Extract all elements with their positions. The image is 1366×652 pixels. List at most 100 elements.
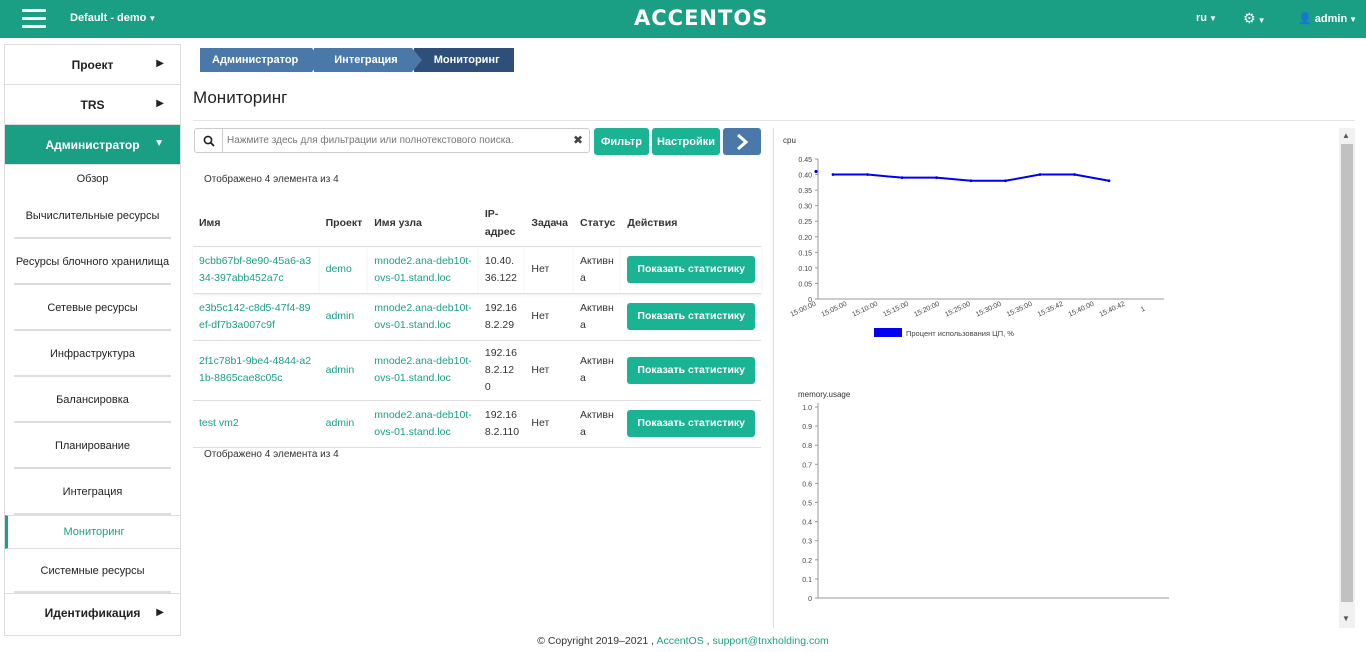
table-cell: Активна [574, 340, 622, 401]
breadcrumb-item[interactable]: Администратор [200, 48, 323, 72]
y-tick-label: 0.20 [798, 235, 812, 242]
sidebar-subitem-integration[interactable]: Интеграция [5, 469, 180, 515]
sidebar-item-label: Проект [71, 57, 114, 72]
search-box: ✖ [194, 128, 590, 153]
column-header-project[interactable]: Проект [319, 200, 369, 247]
user-menu[interactable]: 👤 admin ▼ [1298, 12, 1357, 25]
project-selector[interactable]: Default - demo ▼ [70, 12, 156, 24]
show-statistics-button[interactable]: Показать статистику [627, 410, 755, 437]
clear-icon[interactable]: ✖ [573, 133, 583, 147]
host-link[interactable]: mnode2.ana-deb10t-ovs-01.stand.loc [374, 302, 472, 331]
project-link[interactable]: admin [326, 310, 355, 322]
scroll-up-icon[interactable]: ▲ [1342, 131, 1350, 140]
show-statistics-button[interactable]: Показать статистику [627, 356, 755, 384]
table-cell: mnode2.ana-deb10t-ovs-01.stand.loc [368, 246, 479, 294]
sidebar-item-identity[interactable]: Идентификация ▶ [5, 593, 180, 631]
sidebar-subitem-system-resources[interactable]: Системные ресурсы [5, 549, 180, 593]
task-value: Нет [531, 263, 550, 275]
go-button[interactable] [723, 128, 761, 155]
charts-scrollbar[interactable]: ▲ ▼ [1339, 128, 1355, 628]
ip-address: 192.168.2.110 [484, 408, 520, 438]
show-statistics-button[interactable]: Показать статистику [627, 256, 755, 283]
y-tick-label: 0.25 [798, 219, 812, 226]
table-row[interactable]: 9cbb67bf-8e90-45a6-a334-397abb452a7c demo… [193, 246, 761, 294]
x-tick-label: 1 [1140, 306, 1147, 314]
host-link[interactable]: mnode2.ana-deb10t-ovs-01.stand.loc [374, 355, 472, 384]
table-row[interactable]: e3b5c142-c8d5-47f4-89ef-df7b3a007c9f admi… [193, 293, 761, 341]
sidebar-subitem-compute[interactable]: Вычислительные ресурсы [5, 193, 180, 239]
sidebar-subitem-infrastructure[interactable]: Инфраструктура [5, 331, 180, 377]
sidebar-item-project[interactable]: Проект ▶ [5, 45, 180, 85]
table-cell: e3b5c142-c8d5-47f4-89ef-df7b3a007c9f [193, 293, 320, 341]
table-cell: Показать статистику [621, 340, 761, 401]
copyright-text: © Copyright 2019–2021 , [537, 635, 655, 647]
x-tick-label: 15:20:00 [913, 301, 941, 319]
accentos-link[interactable]: AccentOS [656, 635, 703, 647]
user-name: admin [1314, 13, 1348, 25]
sidebar-subitem-balancing[interactable]: Балансировка [5, 377, 180, 423]
search-input[interactable] [227, 132, 567, 149]
instance-name-link[interactable]: 2f1c78b1-9be4-4844-a21b-8865cae8c05c [199, 355, 311, 384]
column-header-ip[interactable]: IP-адрес [478, 200, 526, 247]
menu-toggle-icon[interactable] [22, 9, 46, 29]
instance-name-link[interactable]: e3b5c142-c8d5-47f4-89ef-df7b3a007c9f [199, 302, 311, 331]
search-icon[interactable] [195, 129, 223, 152]
table-row[interactable]: 2f1c78b1-9be4-4844-a21b-8865cae8c05c admi… [193, 340, 761, 401]
sidebar-subitem-overview[interactable]: Обзор [5, 165, 180, 193]
show-statistics-button[interactable]: Показать статистику [627, 303, 755, 330]
scroll-down-icon[interactable]: ▼ [1342, 614, 1350, 623]
table-cell: mnode2.ana-deb10t-ovs-01.stand.loc [368, 293, 479, 341]
table-cell: 192.168.2.120 [478, 340, 526, 401]
support-email-link[interactable]: support@tnxholding.com [712, 635, 828, 647]
instance-name-link[interactable]: 9cbb67bf-8e90-45a6-a334-397abb452a7c [199, 255, 311, 284]
column-header-name[interactable]: Имя [193, 200, 320, 247]
divider [193, 120, 1355, 121]
table-cell: admin [319, 400, 369, 448]
project-link[interactable]: demo [326, 263, 352, 275]
breadcrumb-item[interactable]: Интеграция [314, 48, 423, 72]
sidebar-subitem-monitoring[interactable]: Мониторинг [5, 515, 180, 549]
instance-name-link[interactable]: test vm2 [199, 417, 239, 429]
sidebar-item-label: TRS [80, 97, 105, 112]
sidebar-item-admin[interactable]: Администратор ▼ [5, 125, 180, 165]
x-tick-label: 15:30:00 [975, 301, 1003, 319]
sidebar-subitem-label: Сетевые ресурсы [47, 302, 138, 314]
project-link[interactable]: admin [326, 364, 355, 376]
sidebar-subitem-planning[interactable]: Планирование [5, 423, 180, 469]
gear-icon: ⚙ [1243, 10, 1256, 26]
task-value: Нет [531, 417, 550, 429]
y-tick-label: 0.5 [802, 501, 812, 508]
y-tick-label: 0.7 [802, 462, 812, 469]
table-cell: Нет [525, 293, 574, 341]
legend-swatch [874, 328, 902, 337]
data-point [1038, 173, 1042, 176]
sidebar-subitem-network[interactable]: Сетевые ресурсы [5, 285, 180, 331]
x-tick-label: 15:05:00 [820, 301, 848, 319]
language-selector[interactable]: ru ▼ [1196, 12, 1217, 24]
scrollbar-thumb[interactable] [1341, 144, 1353, 602]
task-value: Нет [531, 310, 550, 322]
table-cell: Нет [525, 340, 574, 401]
data-point [1073, 173, 1076, 176]
data-point [866, 173, 869, 176]
sidebar-item-trs[interactable]: TRS ▶ [5, 85, 180, 125]
column-header-status[interactable]: Статус [574, 200, 622, 247]
x-tick-label: 15:25:00 [944, 301, 972, 319]
status-value: Активна [580, 254, 614, 284]
settings-button[interactable]: Настройки [652, 128, 720, 155]
footer-separator: , [706, 635, 710, 647]
table-cell: Активна [574, 246, 622, 294]
column-header-host[interactable]: Имя узла [368, 200, 479, 247]
sidebar-subitem-block-storage[interactable]: Ресурсы блочного хранилища [5, 239, 180, 285]
y-tick-label: 0.4 [802, 520, 812, 527]
chart-title: cpu [783, 136, 796, 145]
host-link[interactable]: mnode2.ana-deb10t-ovs-01.stand.loc [374, 255, 472, 284]
data-point [1004, 179, 1007, 183]
column-header-task[interactable]: Задача [525, 200, 574, 247]
x-tick-label: 15:15:00 [882, 301, 910, 319]
host-link[interactable]: mnode2.ana-deb10t-ovs-01.stand.loc [374, 409, 472, 438]
theme-settings-button[interactable]: ⚙ ▼ [1243, 10, 1265, 27]
project-link[interactable]: admin [326, 417, 355, 429]
filter-button[interactable]: Фильтр [594, 128, 649, 155]
table-row[interactable]: test vm2 admin mnode2.ana-deb10t-ovs-01.st… [193, 400, 761, 448]
